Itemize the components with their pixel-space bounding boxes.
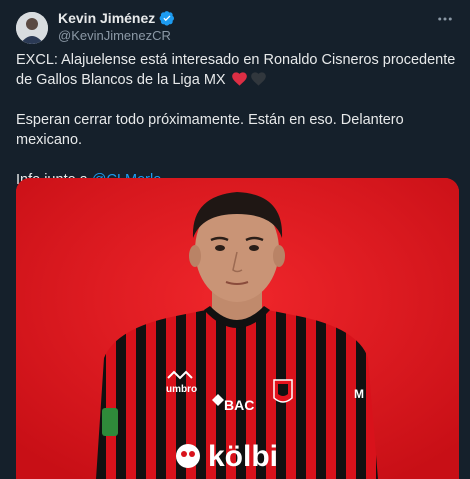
black-heart-icon — [250, 72, 266, 86]
red-heart-icon — [231, 72, 247, 86]
jersey-sponsor-text: kölbi — [208, 440, 278, 473]
tweet-line-2: Esperan cerrar todo próximamente. Están … — [16, 112, 404, 148]
verified-badge-icon — [159, 11, 175, 26]
jersey-bank-text: BAC — [224, 397, 254, 413]
tweet-media-image[interactable]: umbro BAC kölbi M — [16, 178, 459, 479]
jersey-brand-text: umbro — [166, 384, 197, 395]
author-name[interactable]: Kevin Jiménez — [58, 10, 155, 26]
more-icon[interactable] — [436, 10, 454, 33]
tweet: Kevin Jiménez @KevinJimenezCR EXCL: Alaj… — [0, 0, 470, 479]
svg-text:M: M — [354, 387, 364, 401]
author-handle[interactable]: @KevinJimenezCR — [58, 28, 171, 43]
avatar[interactable] — [16, 12, 48, 44]
